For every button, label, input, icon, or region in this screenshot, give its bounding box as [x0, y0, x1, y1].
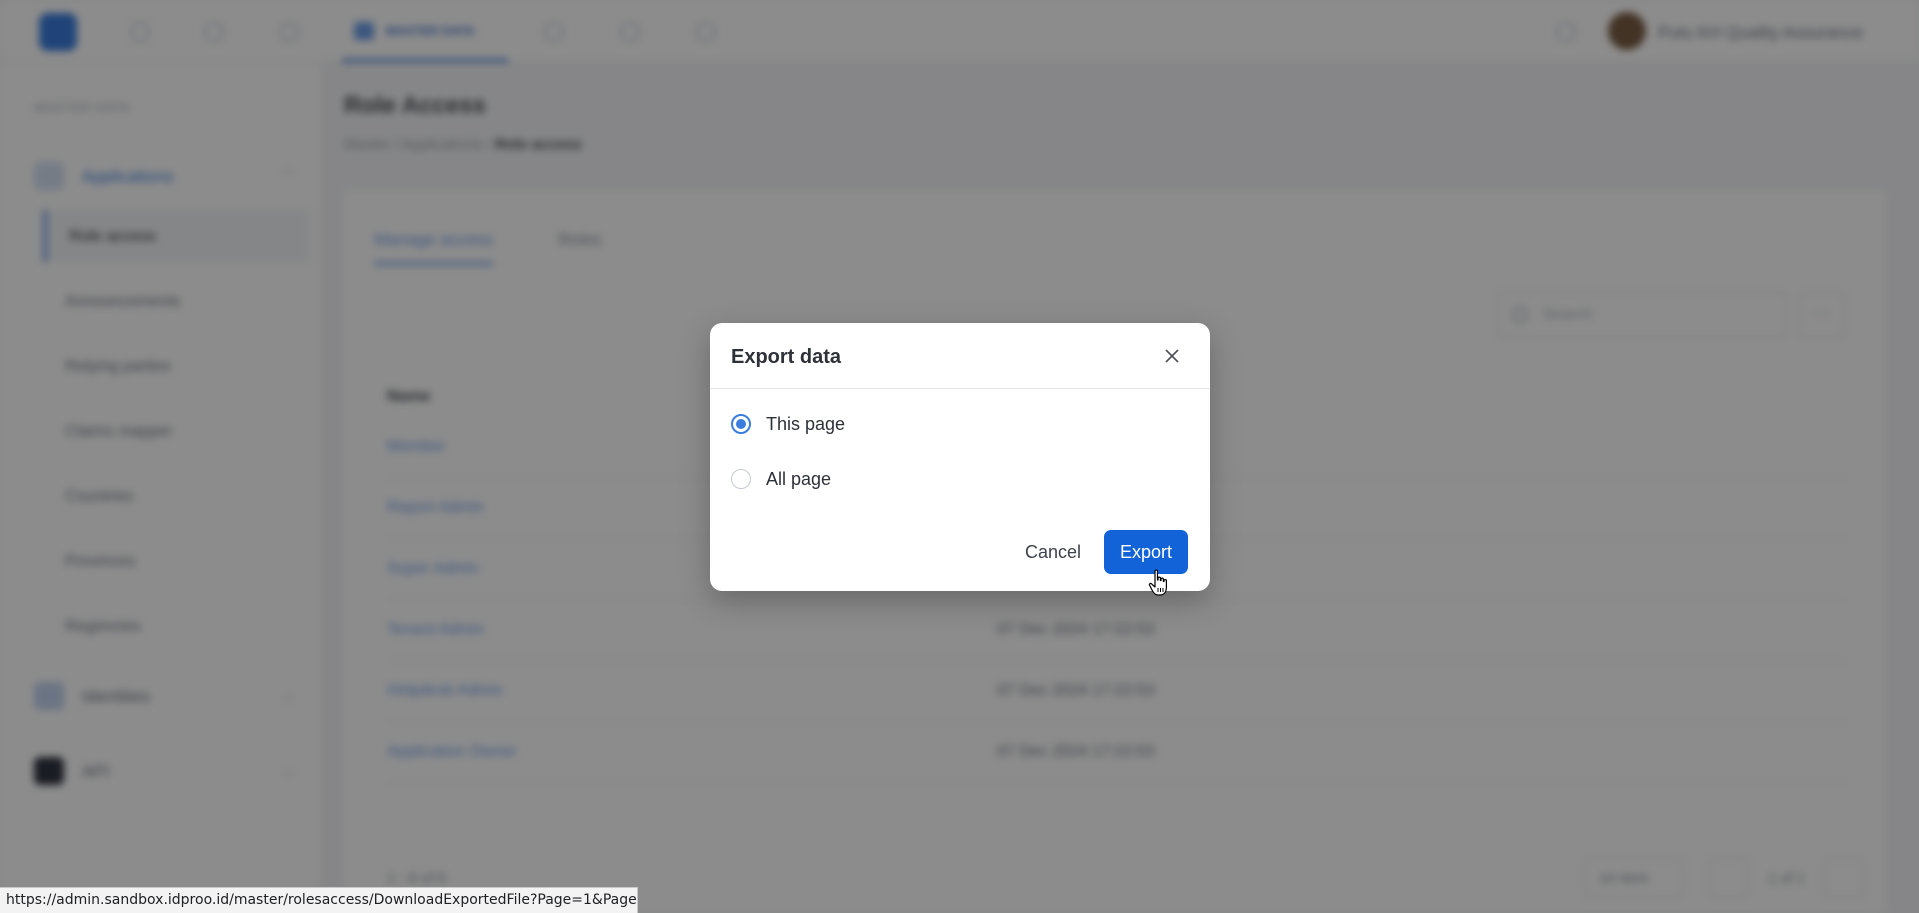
hand-cursor-icon [1148, 569, 1167, 596]
radio-all-page[interactable] [731, 469, 751, 489]
export-button[interactable]: Export [1104, 530, 1188, 574]
option-label: This page [766, 414, 846, 434]
option-all-page[interactable]: All page [731, 464, 1031, 494]
cancel-button[interactable]: Cancel [1012, 530, 1094, 574]
option-this-page[interactable]: This page [731, 409, 1031, 439]
option-label: All page [766, 469, 832, 489]
export-dialog: Export data This page All page Cancel Ex… [710, 323, 1210, 591]
close-icon[interactable] [1161, 345, 1183, 367]
dialog-title: Export data [731, 346, 842, 368]
dialog-header: Export data [710, 323, 1210, 389]
browser-status-url: https://admin.sandbox.idproo.id/master/r… [0, 887, 638, 913]
radio-this-page[interactable] [731, 414, 751, 434]
